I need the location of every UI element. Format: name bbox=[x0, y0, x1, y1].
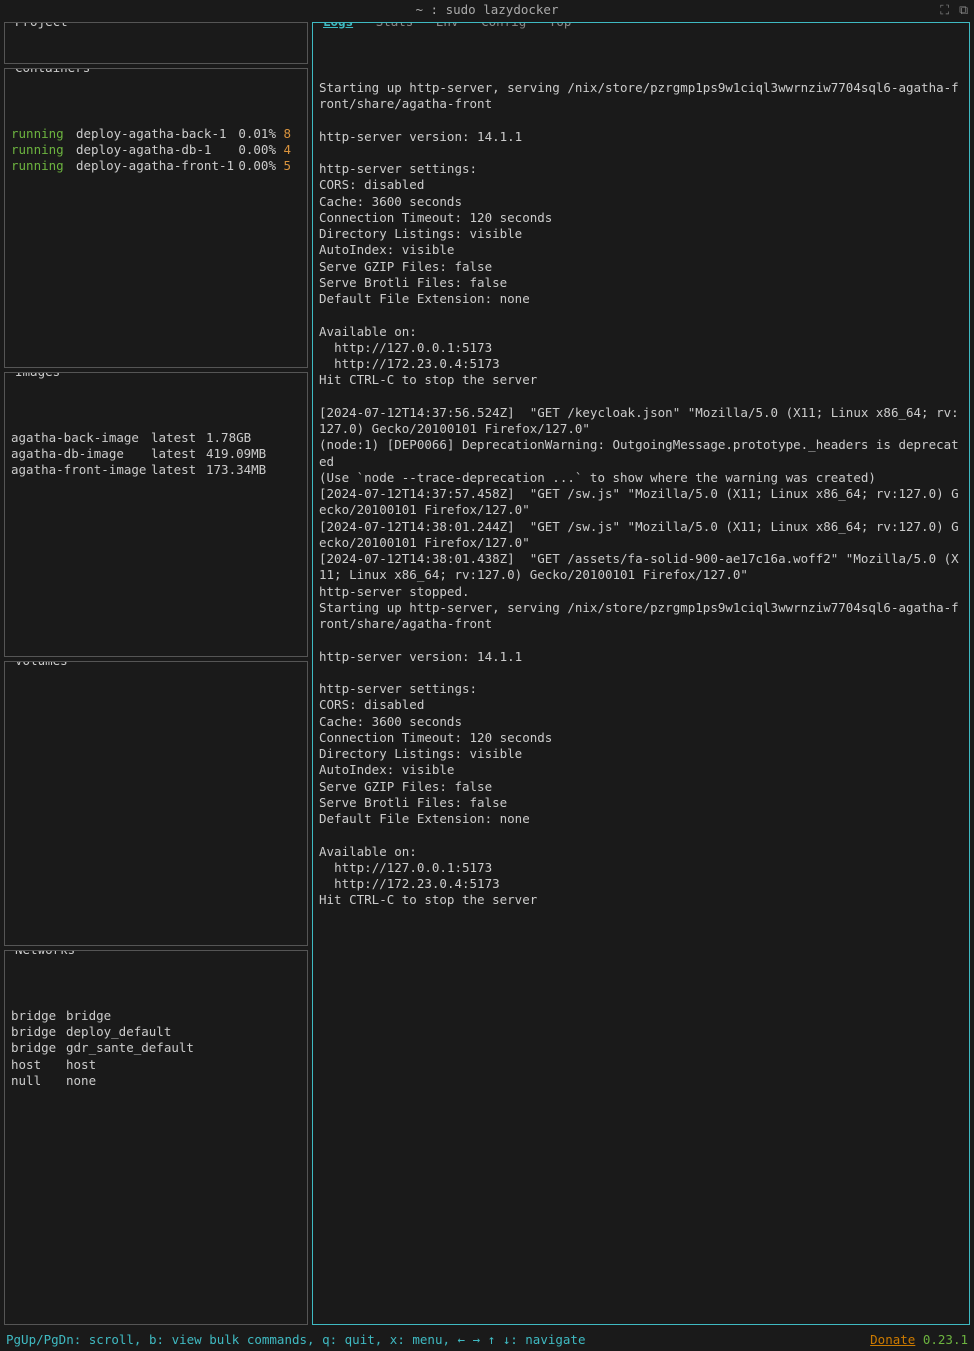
maximize-icon[interactable]: ⛶ bbox=[940, 2, 949, 18]
tab-stats[interactable]: Stats bbox=[376, 22, 414, 29]
image-name: agatha-front-image bbox=[11, 462, 151, 478]
network-row[interactable]: bridgedeploy_default bbox=[11, 1024, 301, 1040]
image-size: 173.34MB bbox=[206, 462, 266, 478]
container-row[interactable]: runningdeploy-agatha-back-10.01%8 bbox=[11, 126, 301, 142]
network-driver: host bbox=[11, 1057, 66, 1073]
image-size: 419.09MB bbox=[206, 446, 266, 462]
status-bar: PgUp/PgDn: scroll, b: view bulk commands… bbox=[0, 1331, 974, 1349]
network-row[interactable]: hosthost bbox=[11, 1057, 301, 1073]
image-row[interactable]: agatha-db-imagelatest419.09MB bbox=[11, 446, 301, 462]
image-size: 1.78GB bbox=[206, 430, 251, 446]
panel-title: Project bbox=[13, 22, 70, 31]
containers-panel[interactable]: Containers runningdeploy-agatha-back-10.… bbox=[4, 68, 308, 368]
version-text: 0.23.1 bbox=[923, 1332, 968, 1347]
network-name: deploy_default bbox=[66, 1024, 171, 1040]
new-window-icon[interactable]: ⧉ bbox=[959, 2, 968, 18]
image-tag: latest bbox=[151, 446, 206, 462]
tab-logs[interactable]: Logs bbox=[323, 22, 353, 29]
container-cpu: 0.01% bbox=[231, 126, 276, 142]
panel-title: Images bbox=[13, 372, 62, 381]
network-name: gdr_sante_default bbox=[66, 1040, 194, 1056]
image-row[interactable]: agatha-front-imagelatest173.34MB bbox=[11, 462, 301, 478]
container-name: deploy-agatha-front-1 bbox=[76, 158, 231, 174]
tab-env[interactable]: Env bbox=[436, 22, 459, 29]
network-name: host bbox=[66, 1057, 96, 1073]
volumes-panel[interactable]: Volumes bbox=[4, 661, 308, 946]
network-driver: bridge bbox=[11, 1040, 66, 1056]
image-row[interactable]: agatha-back-imagelatest1.78GB bbox=[11, 430, 301, 446]
project-panel[interactable]: Project front bbox=[4, 22, 308, 64]
logs-tabs[interactable]: Logs - Stats - Env - Config - Top bbox=[321, 22, 573, 31]
container-status: running bbox=[11, 142, 76, 158]
image-tag: latest bbox=[151, 430, 206, 446]
container-badge: 8 bbox=[276, 126, 291, 142]
tab-config[interactable]: Config bbox=[481, 22, 526, 29]
network-driver: bridge bbox=[11, 1008, 66, 1024]
panel-title: Containers bbox=[13, 68, 92, 77]
network-row[interactable]: nullnone bbox=[11, 1073, 301, 1089]
logs-panel[interactable]: Logs - Stats - Env - Config - Top Starti… bbox=[312, 22, 970, 1325]
image-tag: latest bbox=[151, 462, 206, 478]
container-cpu: 0.00% bbox=[231, 142, 276, 158]
image-name: agatha-db-image bbox=[11, 446, 151, 462]
image-name: agatha-back-image bbox=[11, 430, 151, 446]
container-badge: 4 bbox=[276, 142, 291, 158]
network-driver: null bbox=[11, 1073, 66, 1089]
network-row[interactable]: bridgegdr_sante_default bbox=[11, 1040, 301, 1056]
container-cpu: 0.00% bbox=[231, 158, 276, 174]
network-row[interactable]: bridgebridge bbox=[11, 1008, 301, 1024]
container-name: deploy-agatha-db-1 bbox=[76, 142, 231, 158]
container-status: running bbox=[11, 158, 76, 174]
container-status: running bbox=[11, 126, 76, 142]
panel-title: Networks bbox=[13, 950, 77, 959]
networks-panel[interactable]: Networks bridgebridgebridgedeploy_defaul… bbox=[4, 950, 308, 1325]
help-text: PgUp/PgDn: scroll, b: view bulk commands… bbox=[6, 1332, 585, 1348]
network-driver: bridge bbox=[11, 1024, 66, 1040]
window-titlebar: ~ : sudo lazydocker ⛶ ⧉ bbox=[0, 0, 974, 20]
panel-title: Volumes bbox=[13, 661, 70, 670]
window-title: ~ : sudo lazydocker bbox=[416, 2, 559, 18]
container-badge: 5 bbox=[276, 158, 291, 174]
network-name: bridge bbox=[66, 1008, 111, 1024]
container-row[interactable]: runningdeploy-agatha-front-10.00%5 bbox=[11, 158, 301, 174]
container-row[interactable]: runningdeploy-agatha-db-10.00%4 bbox=[11, 142, 301, 158]
donate-link[interactable]: Donate bbox=[870, 1332, 915, 1347]
tab-top[interactable]: Top bbox=[549, 22, 572, 29]
network-name: none bbox=[66, 1073, 96, 1089]
images-panel[interactable]: Images agatha-back-imagelatest1.78GBagat… bbox=[4, 372, 308, 657]
container-name: deploy-agatha-back-1 bbox=[76, 126, 231, 142]
logs-content: Starting up http-server, serving /nix/st… bbox=[319, 80, 963, 909]
